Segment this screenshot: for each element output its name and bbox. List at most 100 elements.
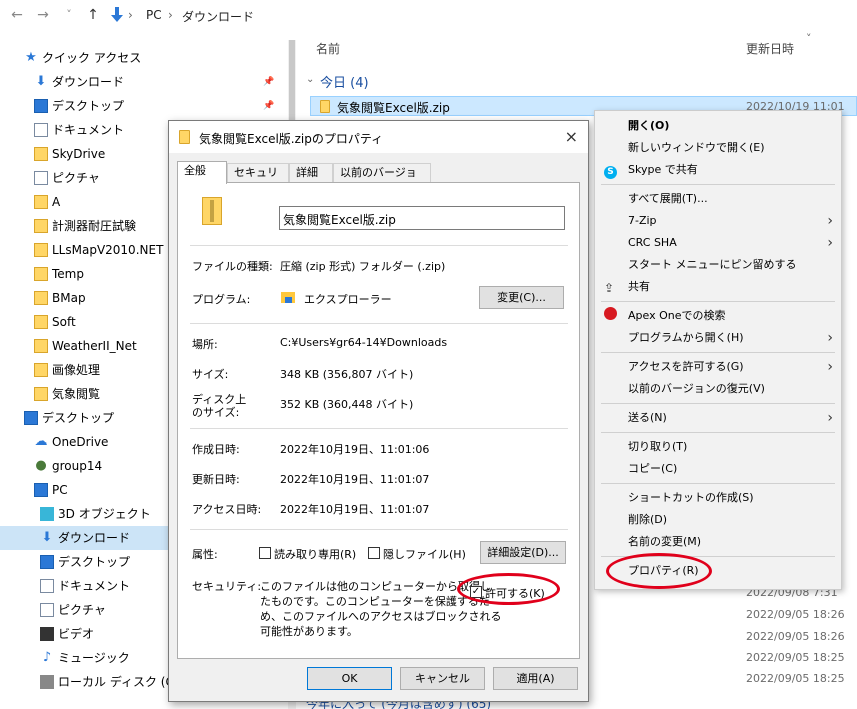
highlight-ellipse [606,553,712,589]
menu-item[interactable]: 7-Zip › [595,210,841,232]
ok-button[interactable]: OK [307,667,392,690]
menu-item-label: Skype で共有 [628,163,698,176]
menu-item[interactable]: Apex Oneでの検索 [595,305,841,327]
sidebar-item-label: デスクトップ [58,555,131,569]
folder-icon [34,219,48,233]
menu-item[interactable]: コピー(C) [595,458,841,480]
forward-arrow-icon[interactable]: → [34,6,52,24]
file-date: 2022/09/05 18:26 [746,630,845,643]
desktop-icon [40,555,54,569]
change-program-button[interactable]: 変更(C)... [479,286,564,309]
menu-item-label: 開く(O) [628,119,670,132]
menu-item[interactable]: 開く(O) [595,115,841,137]
zip-folder-icon [179,130,190,144]
user-icon: ● [35,458,47,473]
sidebar-item[interactable]: ★ クイック アクセス [0,46,290,70]
sidebar-item-label: クイック アクセス [42,51,142,65]
tab-security[interactable]: セキュリティ [227,163,289,197]
back-arrow-icon[interactable]: ← [8,6,26,24]
divider [190,428,568,429]
submenu-arrow-icon: › [827,359,833,375]
menu-item[interactable]: アクセスを許可する(G) › [595,356,841,378]
advanced-button[interactable]: 詳細設定(D)... [480,541,566,564]
menu-separator [601,352,835,353]
filename-field[interactable]: 気象閲覧Excel版.zip [279,206,565,230]
group-collapse-icon[interactable]: ⌄ [306,74,314,85]
menu-item[interactable]: ショートカットの作成(S) [595,487,841,509]
cloud-icon: ☁ [34,434,48,449]
skype-icon: S [604,160,617,182]
breadcrumb-sep: › [128,8,133,22]
breadcrumb-pc[interactable]: PC [146,8,162,22]
sidebar-item-label: ビデオ [58,627,95,641]
tab-details[interactable]: 詳細 [289,163,333,183]
tab-previous-versions[interactable]: 以前のバージョン [333,163,431,197]
sidebar-item[interactable]: ⬇ ダウンロード 📌 [0,70,290,94]
cancel-button[interactable]: キャンセル [400,667,485,690]
cube-icon [40,507,54,521]
sidebar-item-label: デスクトップ [52,99,125,113]
apply-button[interactable]: 適用(A) [493,667,578,690]
menu-separator [601,483,835,484]
menu-item[interactable]: S Skype で共有 [595,159,841,181]
menu-item-label: 7-Zip [628,214,657,227]
readonly-checkbox[interactable] [259,547,271,559]
folder-icon [34,387,48,401]
size-label: サイズ: [192,368,229,381]
modified-value: 2022年10月19日、11:01:07 [280,473,430,486]
sidebar-item-label: Temp [52,267,84,281]
dialog-title-bar: 気象閲覧Excel版.zipのプロパティ × [169,121,588,153]
pin-icon[interactable]: 📌 [263,70,274,94]
sidebar-item-label: WeatherII_Net [52,339,137,353]
menu-item[interactable]: 切り取り(T) [595,436,841,458]
location-value: C:¥Users¥gr64-14¥Downloads [280,336,448,349]
close-icon[interactable]: × [565,127,578,146]
pin-icon[interactable]: 📌 [263,94,274,118]
sort-chevron-icon: ˅ [806,32,812,45]
attributes-label: 属性: [192,548,218,561]
security-text: め、このファイルへのアクセスはブロックされる [260,610,502,623]
highlight-ellipse [457,573,560,605]
folder-icon [34,339,48,353]
folder-icon [34,267,48,281]
menu-item-label: コピー(C) [628,462,678,475]
hidden-checkbox[interactable] [368,547,380,559]
menu-item[interactable]: 名前の変更(M) [595,531,841,553]
video-icon [40,627,54,641]
menu-item[interactable]: ⇪ 共有 [595,276,841,298]
breadcrumb-downloads[interactable]: ダウンロード [182,8,254,25]
tab-general[interactable]: 全般 [177,161,227,184]
folder-icon [34,195,48,209]
explorer-icon [280,289,296,305]
folder-icon [34,243,48,257]
column-header-date[interactable]: 更新日時 [746,40,794,57]
created-value: 2022年10月19日、11:01:06 [280,443,430,456]
menu-item[interactable]: プログラムから開く(H) › [595,327,841,349]
up-arrow-icon[interactable]: ↑ [84,6,102,24]
sidebar-item-label: Soft [52,315,76,329]
hidden-label[interactable]: 隠しファイル(H) [383,546,466,562]
sidebar-item[interactable]: デスクトップ 📌 [0,94,290,118]
recent-chevron-icon[interactable]: ˅ [60,6,78,24]
zip-folder-large-icon [202,197,222,225]
apex-icon [604,306,617,328]
location-label: 場所: [192,338,218,351]
accessed-value: 2022年10月19日、11:01:07 [280,503,430,516]
menu-item[interactable]: すべて展開(T)... [595,188,841,210]
desktop-icon [34,99,48,113]
menu-item[interactable]: 削除(D) [595,509,841,531]
menu-item-label: 名前の変更(M) [628,535,702,548]
folder-icon [34,147,48,161]
menu-item[interactable]: スタート メニューにピン留めする [595,254,841,276]
menu-item[interactable]: 送る(N) › [595,407,841,429]
sidebar-item-label: ピクチャ [52,171,100,185]
menu-item[interactable]: 以前のバージョンの復元(V) [595,378,841,400]
readonly-label[interactable]: 読み取り専用(R) [274,546,356,562]
group-header-today[interactable]: 今日 (4) [320,72,369,91]
menu-item[interactable]: 新しいウィンドウで開く(E) [595,137,841,159]
menu-item-label: すべて展開(T)... [628,192,708,205]
column-header-name[interactable]: 名前 [316,40,340,57]
menu-item-label: CRC SHA [628,236,677,249]
zip-folder-icon [320,100,330,113]
menu-item[interactable]: CRC SHA › [595,232,841,254]
